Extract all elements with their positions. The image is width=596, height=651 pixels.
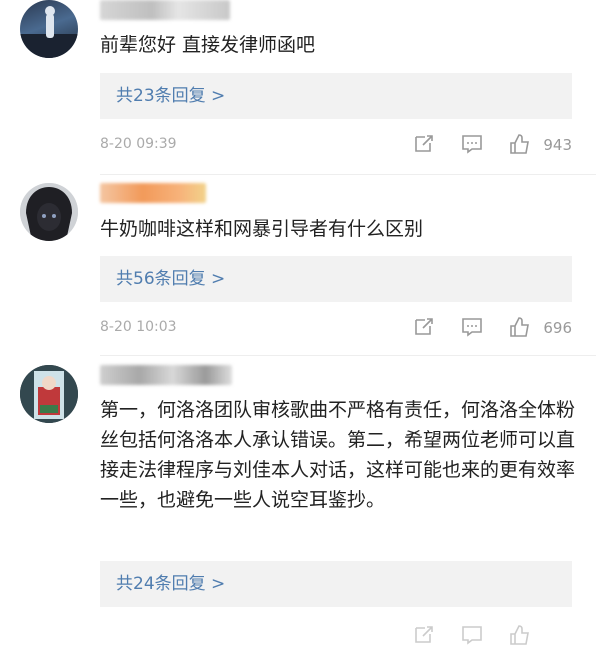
comment-item: 牛奶咖啡这样和网暴引导者有什么区别 共56条回复 > 8-20 10:03 69…: [0, 183, 596, 363]
avatar[interactable]: [20, 183, 78, 241]
comment-icon[interactable]: [460, 623, 484, 647]
comment-time: 8-20 10:03: [100, 319, 177, 335]
username-blurred[interactable]: [100, 365, 232, 385]
view-replies-link[interactable]: 共23条回复 >: [100, 73, 572, 119]
view-replies-link[interactable]: 共24条回复 >: [100, 561, 572, 607]
divider: [100, 174, 596, 175]
share-icon[interactable]: [412, 132, 436, 156]
comment-meta: 8-20 09:39 943: [100, 132, 572, 158]
comment-time: 8-20 09:39: [100, 136, 177, 152]
thumbs-up-icon[interactable]: [508, 623, 532, 647]
comment-meta: [100, 623, 572, 649]
username-blurred[interactable]: [100, 183, 206, 203]
like-count: 696: [543, 319, 572, 337]
comment-meta: 8-20 10:03 696: [100, 315, 572, 341]
comment-item: 前辈您好 直接发律师函吧 共23条回复 > 8-20 09:39 943: [0, 0, 596, 180]
comment-item: 第一，何洛洛团队审核歌曲不严格有责任，何洛洛全体粉丝包括何洛洛本人承认错误。第二…: [0, 365, 596, 645]
view-replies-link[interactable]: 共56条回复 >: [100, 256, 572, 302]
comment-text: 牛奶咖啡这样和网暴引导者有什么区别: [100, 218, 424, 240]
like-count: 943: [543, 136, 572, 154]
avatar[interactable]: [20, 365, 78, 423]
share-icon[interactable]: [412, 623, 436, 647]
avatar[interactable]: [20, 0, 78, 58]
comment-text: 前辈您好 直接发律师函吧: [100, 34, 316, 56]
comment-icon[interactable]: [460, 132, 484, 156]
comment-icon[interactable]: [460, 315, 484, 339]
comment-text: 第一，何洛洛团队审核歌曲不严格有责任，何洛洛全体粉丝包括何洛洛本人承认错误。第二…: [100, 399, 576, 511]
thumbs-up-icon[interactable]: [508, 315, 532, 339]
username-blurred[interactable]: [100, 0, 230, 20]
share-icon[interactable]: [412, 315, 436, 339]
divider: [100, 355, 596, 356]
thumbs-up-icon[interactable]: [508, 132, 532, 156]
